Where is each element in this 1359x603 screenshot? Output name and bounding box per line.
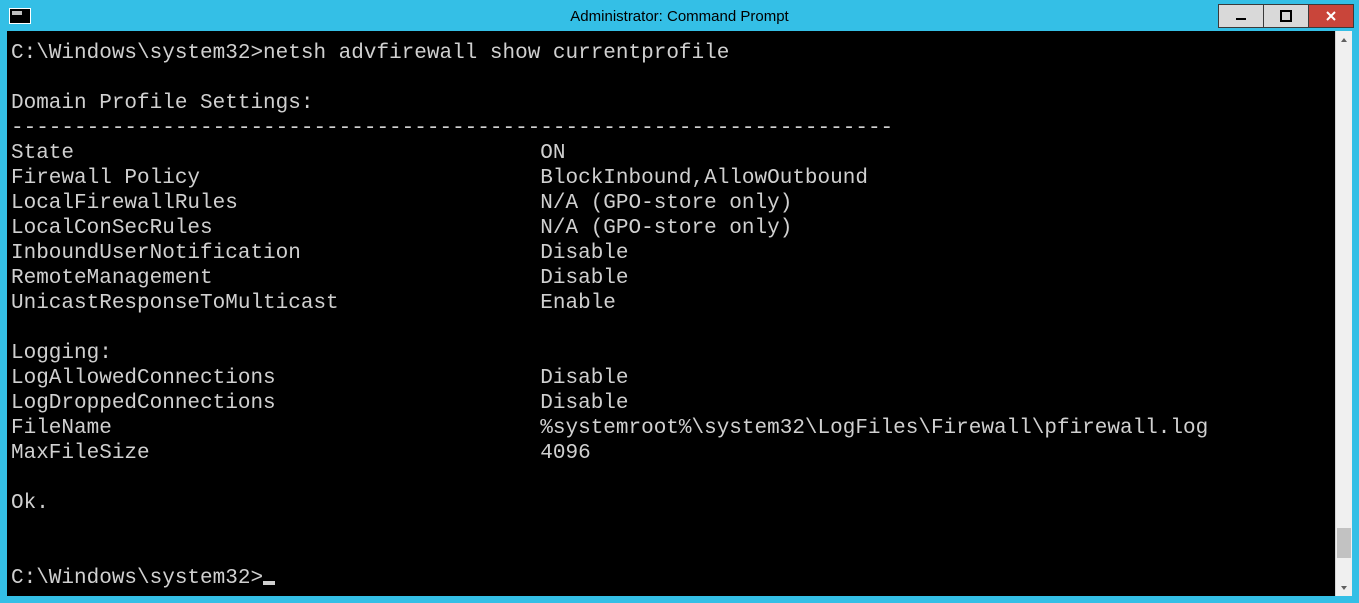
setting-key: Firewall Policy [11, 166, 540, 191]
divider: ----------------------------------------… [11, 117, 893, 140]
window-title: Administrator: Command Prompt [1, 8, 1358, 25]
setting-value: 4096 [540, 442, 590, 465]
logging-header: Logging: [11, 342, 112, 365]
setting-key: InboundUserNotification [11, 241, 540, 266]
setting-row: State ON [11, 141, 566, 166]
scroll-down-button[interactable] [1336, 579, 1352, 596]
setting-value: Enable [540, 292, 616, 315]
setting-key: FileName [11, 416, 540, 441]
logging-row: LogDroppedConnections Disable [11, 391, 629, 416]
terminal-output[interactable]: C:\Windows\system32>netsh advfirewall sh… [7, 31, 1335, 596]
setting-key: LocalConSecRules [11, 216, 540, 241]
vertical-scrollbar[interactable] [1335, 31, 1352, 596]
setting-value: N/A (GPO-store only) [540, 192, 792, 215]
scroll-thumb[interactable] [1337, 528, 1351, 558]
setting-row: RemoteManagement Disable [11, 266, 629, 291]
setting-row: LocalConSecRules N/A (GPO-store only) [11, 216, 792, 241]
setting-value: N/A (GPO-store only) [540, 217, 792, 240]
minimize-button[interactable] [1218, 4, 1264, 28]
scroll-track[interactable] [1336, 48, 1352, 579]
window-frame: Administrator: Command Prompt C:\Windows… [0, 0, 1359, 603]
scroll-up-button[interactable] [1336, 31, 1352, 48]
section-header: Domain Profile Settings: [11, 92, 313, 115]
setting-key: LogDroppedConnections [11, 391, 540, 416]
prompt: C:\Windows\system32> [11, 567, 263, 590]
setting-row: UnicastResponseToMulticast Enable [11, 291, 616, 316]
window-controls [1219, 4, 1354, 28]
setting-value: ON [540, 142, 565, 165]
client-area: C:\Windows\system32>netsh advfirewall sh… [7, 31, 1352, 596]
maximize-button[interactable] [1263, 4, 1309, 28]
close-button[interactable] [1308, 4, 1354, 28]
setting-key: MaxFileSize [11, 441, 540, 466]
setting-value: Disable [540, 267, 628, 290]
setting-value: Disable [540, 367, 628, 390]
setting-value: Disable [540, 392, 628, 415]
setting-key: RemoteManagement [11, 266, 540, 291]
setting-row: Firewall Policy BlockInbound,AllowOutbou… [11, 166, 868, 191]
setting-value: BlockInbound,AllowOutbound [540, 167, 868, 190]
logging-row: LogAllowedConnections Disable [11, 366, 629, 391]
logging-row: MaxFileSize 4096 [11, 441, 591, 466]
setting-value: Disable [540, 242, 628, 265]
setting-key: LocalFirewallRules [11, 191, 540, 216]
cursor [263, 581, 275, 585]
setting-row: LocalFirewallRules N/A (GPO-store only) [11, 191, 792, 216]
title-bar[interactable]: Administrator: Command Prompt [1, 1, 1358, 31]
setting-key: UnicastResponseToMulticast [11, 291, 540, 316]
ok-text: Ok. [11, 492, 49, 515]
setting-value: %systemroot%\system32\LogFiles\Firewall\… [540, 417, 1208, 440]
logging-row: FileName %systemroot%\system32\LogFiles\… [11, 416, 1208, 441]
setting-key: State [11, 141, 540, 166]
prompt: C:\Windows\system32> [11, 42, 263, 65]
command-text: netsh advfirewall show currentprofile [263, 42, 729, 65]
setting-key: LogAllowedConnections [11, 366, 540, 391]
system-menu-icon[interactable] [9, 8, 31, 24]
setting-row: InboundUserNotification Disable [11, 241, 629, 266]
